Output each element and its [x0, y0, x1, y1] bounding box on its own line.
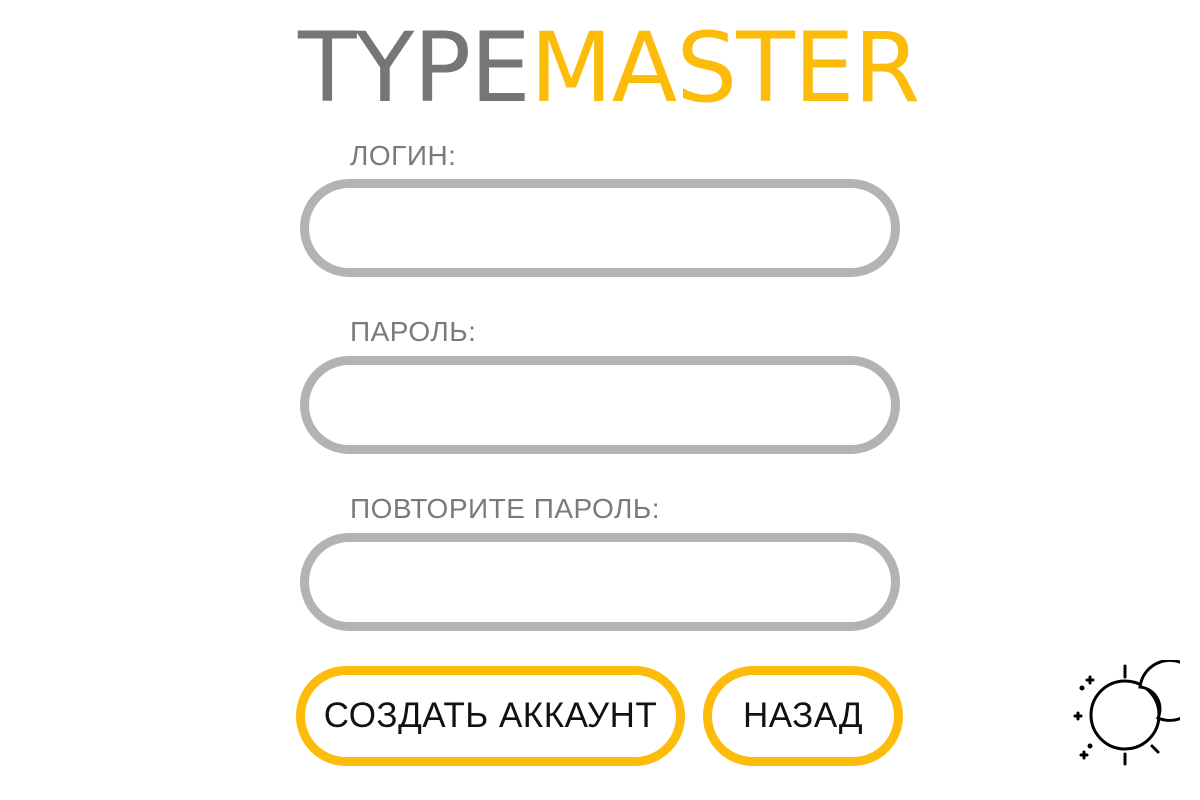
- create-account-button[interactable]: СОЗДАТЬ АККАУНТ: [296, 666, 685, 766]
- theme-toggle-button[interactable]: [1070, 658, 1200, 770]
- repeat-password-label: ПОВТОРИТЕ ПАРОЛЬ:: [350, 493, 661, 524]
- moon-sun-icon: [1073, 658, 1200, 766]
- logo-type-text: TYPE: [298, 12, 531, 124]
- password-label: ПАРОЛЬ:: [350, 316, 477, 347]
- registration-page: TYPEMASTER ЛОГИН: ПАРОЛЬ: ПОВТОРИТЕ ПАРО…: [0, 0, 1200, 800]
- login-input[interactable]: [300, 179, 900, 277]
- app-logo: TYPEMASTER: [298, 18, 920, 118]
- login-label: ЛОГИН:: [350, 140, 457, 171]
- repeat-password-input[interactable]: [300, 533, 900, 631]
- logo-master-text: MASTER: [529, 12, 920, 124]
- back-button[interactable]: НАЗАД: [703, 666, 903, 766]
- password-input[interactable]: [300, 356, 900, 454]
